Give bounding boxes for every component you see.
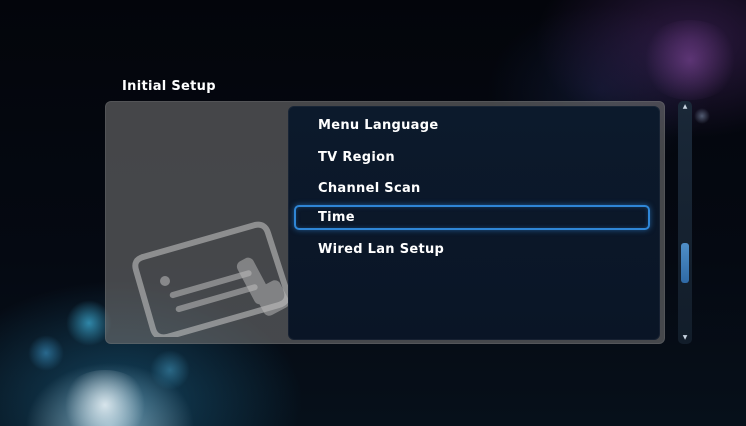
page-title: Initial Setup	[122, 79, 216, 94]
tv-setup-screen: Initial Setup Menu Language TV Region Ch…	[0, 0, 746, 426]
scroll-thumb[interactable]	[681, 243, 689, 283]
bokeh-light	[60, 370, 150, 426]
menu-scrollbar[interactable]: ▲ ▼	[678, 101, 692, 344]
setup-panel: Menu Language TV Region Channel Scan Tim…	[105, 101, 665, 344]
menu-item-menu-language[interactable]: Menu Language	[294, 113, 650, 138]
menu-item-time[interactable]: Time	[294, 205, 650, 230]
bokeh-light	[150, 350, 190, 390]
setup-menu: Menu Language TV Region Channel Scan Tim…	[288, 106, 660, 340]
menu-item-wired-lan-setup[interactable]: Wired Lan Setup	[294, 237, 650, 262]
scroll-up-icon[interactable]: ▲	[678, 103, 692, 111]
settings-card-icon	[132, 221, 291, 337]
scroll-down-icon[interactable]: ▼	[678, 334, 692, 342]
bokeh-light	[694, 108, 710, 124]
menu-item-tv-region[interactable]: TV Region	[294, 145, 650, 170]
bokeh-light	[28, 335, 64, 371]
bokeh-light	[640, 20, 740, 100]
menu-item-channel-scan[interactable]: Channel Scan	[294, 176, 650, 201]
